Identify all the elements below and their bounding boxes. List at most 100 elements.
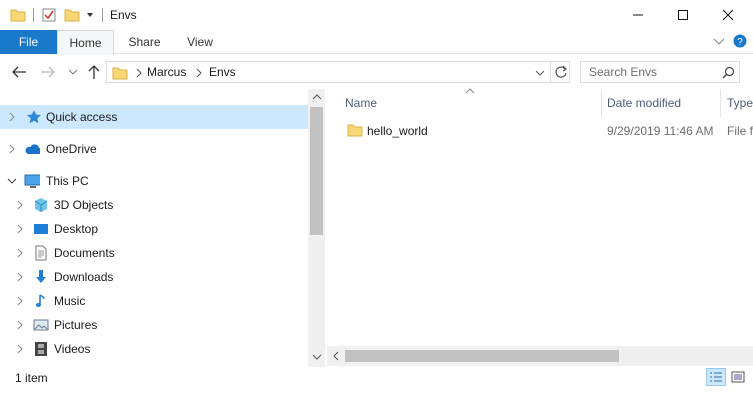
chevron-right-icon[interactable] [15, 199, 25, 211]
close-icon [722, 9, 734, 21]
chevron-down-icon[interactable] [6, 175, 16, 187]
nav-item-pictures[interactable]: Pictures [0, 313, 308, 337]
minimize-button[interactable] [615, 0, 661, 30]
nav-item-this-pc[interactable]: This PC [0, 169, 308, 193]
search-box[interactable]: Search Envs [580, 61, 740, 83]
chevron-right-icon[interactable] [7, 111, 17, 123]
close-button[interactable] [705, 0, 751, 30]
nav-item-quick-access[interactable]: Quick access [0, 105, 308, 129]
chevron-down-icon [68, 69, 78, 75]
cube-icon [34, 198, 48, 212]
arrow-right-icon [41, 66, 55, 78]
scrollbar-thumb[interactable] [345, 350, 619, 362]
file-date-modified: 9/29/2019 11:46 AM [607, 124, 714, 138]
desktop-icon [34, 224, 48, 234]
chevron-right-icon[interactable] [15, 247, 25, 259]
folder-icon[interactable] [10, 7, 26, 23]
nav-item-downloads[interactable]: Downloads [0, 265, 308, 289]
chevron-right-icon[interactable] [15, 343, 25, 355]
file-name: hello_world [367, 124, 428, 138]
column-header-name[interactable]: Name [345, 96, 377, 110]
address-row: Marcus Envs Search Envs [0, 55, 753, 89]
horizontal-scrollbar[interactable] [327, 346, 753, 366]
scrollbar-thumb[interactable] [310, 107, 323, 235]
chevron-right-icon[interactable] [15, 223, 25, 235]
nav-item-onedrive[interactable]: OneDrive [0, 137, 308, 161]
nav-label: Desktop [54, 222, 99, 236]
nav-label: Downloads [54, 270, 114, 284]
cloud-icon [25, 144, 40, 154]
arrow-left-icon [12, 66, 26, 78]
breadcrumb-chevron-icon[interactable] [195, 68, 203, 78]
file-type: File fo [727, 124, 753, 138]
breadcrumb-marcus[interactable]: Marcus [147, 65, 186, 79]
ribbon: File Home Share View ? [0, 30, 753, 55]
properties-icon[interactable] [41, 7, 57, 23]
details-view-icon [710, 372, 722, 382]
address-divider [550, 62, 551, 82]
file-list: Name Date modified Type hello_world 9/29… [327, 88, 753, 367]
maximize-button[interactable] [660, 0, 706, 30]
new-folder-icon[interactable] [64, 7, 80, 23]
expand-ribbon-chevron-icon[interactable] [713, 37, 725, 47]
customize-toolbar-chevron-icon[interactable] [85, 10, 95, 20]
recent-locations-button[interactable] [63, 63, 83, 81]
title-separator [33, 8, 34, 22]
title-bar: Envs [0, 0, 753, 30]
tab-home[interactable]: Home [57, 30, 114, 55]
scroll-up-icon[interactable] [312, 93, 322, 101]
navigation-scrollbar[interactable] [308, 89, 325, 367]
breadcrumb-envs[interactable]: Envs [209, 65, 236, 79]
forward-button[interactable] [38, 63, 58, 81]
column-divider[interactable] [720, 89, 721, 117]
window-title: Envs [110, 8, 137, 22]
column-header-date-modified[interactable]: Date modified [607, 96, 681, 110]
svg-text:?: ? [737, 37, 743, 48]
maximize-icon [678, 10, 688, 20]
tab-view[interactable]: View [175, 30, 225, 54]
nav-label: Pictures [54, 318, 98, 332]
up-button[interactable] [84, 63, 104, 81]
tab-file[interactable]: File [0, 30, 57, 54]
chevron-right-icon[interactable] [15, 271, 25, 283]
music-icon [36, 294, 45, 307]
tab-share[interactable]: Share [117, 30, 172, 54]
large-icons-view-button[interactable] [728, 368, 748, 386]
file-row[interactable]: hello_world 9/29/2019 11:46 AM File fo [341, 119, 753, 141]
pc-icon [24, 174, 40, 188]
arrow-up-icon [88, 65, 100, 79]
title-separator [102, 8, 103, 22]
item-count: 1 item [15, 371, 48, 385]
column-header-type[interactable]: Type [727, 96, 753, 110]
search-icon[interactable] [722, 66, 735, 79]
scroll-left-icon[interactable] [332, 351, 340, 361]
address-dropdown-chevron-icon[interactable] [535, 68, 545, 78]
pictures-icon [33, 319, 49, 331]
large-icons-view-icon [731, 371, 745, 383]
star-icon [27, 110, 41, 124]
nav-item-3d-objects[interactable]: 3D Objects [0, 193, 308, 217]
chevron-right-icon[interactable] [15, 295, 25, 307]
help-icon[interactable]: ? [733, 34, 747, 48]
column-divider[interactable] [601, 89, 602, 117]
minimize-icon [633, 14, 643, 16]
nav-item-music[interactable]: Music [0, 289, 308, 313]
chevron-right-icon[interactable] [15, 319, 25, 331]
search-input[interactable]: Search Envs [589, 65, 657, 79]
address-bar[interactable]: Marcus Envs [106, 61, 570, 83]
nav-label: 3D Objects [54, 198, 114, 212]
back-button[interactable] [9, 63, 29, 81]
nav-item-desktop[interactable]: Desktop [0, 217, 308, 241]
breadcrumb-chevron-icon[interactable] [135, 68, 143, 78]
nav-item-videos[interactable]: Videos [0, 337, 308, 361]
refresh-icon[interactable] [554, 65, 568, 79]
nav-label: Quick access [46, 110, 118, 124]
scroll-down-icon[interactable] [312, 353, 322, 361]
folder-icon [112, 67, 128, 80]
nav-label: OneDrive [46, 142, 97, 156]
chevron-right-icon[interactable] [7, 143, 17, 155]
download-icon [36, 270, 46, 283]
nav-label: Documents [54, 246, 115, 260]
nav-item-documents[interactable]: Documents [0, 241, 308, 265]
details-view-button[interactable] [706, 368, 726, 386]
